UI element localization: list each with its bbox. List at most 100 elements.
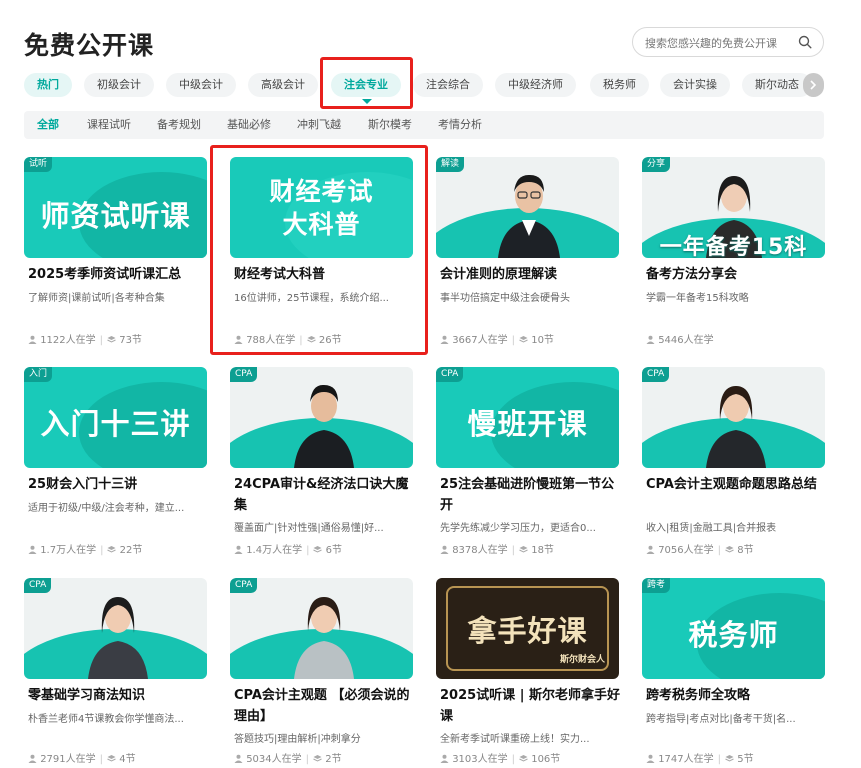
course-title[interactable]: 跨考税务师全攻略	[646, 685, 826, 706]
user-icon	[440, 754, 449, 763]
course-badge: CPA	[642, 367, 670, 382]
subtab-sprint[interactable]: 冲刺飞越	[297, 111, 341, 139]
category-tab-junior-accounting[interactable]: 初级会计	[84, 73, 154, 97]
lesson-count: 6节	[325, 545, 343, 556]
layers-icon	[107, 546, 117, 553]
course-thumbnail[interactable]: CPA	[230, 578, 413, 679]
category-tabs: 热门 初级会计 中级会计 高级会计 注会专业 注会综合 中级经济师 税务师 会计…	[24, 73, 824, 97]
course-title[interactable]: 25注会基础进阶慢班第一节公开	[440, 474, 620, 516]
course-meta: 5446人在学	[646, 331, 714, 346]
course-title[interactable]: 24CPA审计&经济法口诀大魔集	[234, 474, 414, 516]
course-title[interactable]: 25财会入门十三讲	[28, 474, 208, 495]
user-icon	[28, 335, 37, 344]
learner-count: 3103人在学	[452, 754, 508, 765]
layers-icon	[725, 755, 734, 762]
course-thumbnail[interactable]: 入门十三讲 入门	[24, 367, 207, 468]
course-badge: CPA	[436, 367, 464, 382]
thumbnail-text: 一年备考15科	[659, 235, 808, 258]
course-card[interactable]: CPA CPA会计主观题 【必须会说的理由】 答题技巧|理由解析|冲刺拿分 50…	[230, 578, 413, 768]
course-card[interactable]: CPA CPA会计主观题命题思路总结 收入|租赁|金融工具|合并报表 7056人…	[642, 367, 825, 567]
course-thumbnail[interactable]: 师资试听课 试听	[24, 157, 207, 258]
course-badge: 跨考	[642, 578, 671, 593]
subcategory-tabs: 全部 课程试听 备考规划 基础必修 冲刺飞越 斯尔模考 考情分析	[24, 111, 824, 139]
course-card[interactable]: 入门十三讲 入门 25财会入门十三讲 适用于初级/中级/注会考种，建立... 1…	[24, 367, 207, 567]
course-thumbnail[interactable]: CPA	[24, 578, 207, 679]
search-icon[interactable]	[798, 35, 812, 49]
course-title[interactable]: 2025试听课 | 斯尔老师拿手好课	[440, 685, 620, 727]
course-card[interactable]: 解读 会计准则的原理解读 事半功倍搞定中级注会硬骨头 3667人在学 | 10节	[436, 157, 619, 357]
category-tab-tax-agent[interactable]: 税务师	[590, 73, 649, 97]
course-meta: 1.4万人在学 | 6节	[234, 541, 342, 556]
user-icon	[440, 545, 449, 554]
category-tab-hot[interactable]: 热门	[24, 73, 72, 97]
course-title[interactable]: 备考方法分享会	[646, 264, 826, 285]
course-thumbnail[interactable]: 解读	[436, 157, 619, 258]
category-tab-intermediate-accounting[interactable]: 中级会计	[166, 73, 236, 97]
course-thumbnail[interactable]: 税务师 跨考	[642, 578, 825, 679]
course-meta: 1747人在学 | 5节	[646, 750, 754, 765]
user-icon	[646, 335, 655, 344]
course-description: 收入|租赁|金融工具|合并报表	[646, 523, 777, 534]
course-badge: 分享	[642, 157, 671, 172]
course-title[interactable]: CPA会计主观题 【必须会说的理由】	[234, 685, 414, 727]
course-meta: 2791人在学 | 4节	[28, 750, 136, 765]
chevron-right-icon	[810, 80, 817, 90]
learner-count: 7056人在学	[658, 545, 714, 556]
subtab-exam-analysis[interactable]: 考情分析	[438, 111, 482, 139]
lesson-count: 106节	[531, 754, 561, 765]
thumbnail-text: 拿手好课	[467, 614, 588, 648]
subtab-planning[interactable]: 备考规划	[157, 111, 201, 139]
course-meta: 8378人在学 | 18节	[440, 541, 554, 556]
course-thumbnail[interactable]: CPA	[642, 367, 825, 468]
course-thumbnail[interactable]: CPA	[230, 367, 413, 468]
course-description: 学霸一年备考15科攻略	[646, 293, 749, 304]
category-tab-sier-news[interactable]: 斯尔动态	[742, 73, 812, 97]
subtab-all[interactable]: 全部	[37, 111, 59, 139]
learner-count: 3667人在学	[452, 335, 508, 346]
course-badge: 入门	[24, 367, 53, 382]
course-description: 先学先练减少学习压力，更适合0...	[440, 523, 596, 534]
subtab-foundation[interactable]: 基础必修	[227, 111, 271, 139]
course-card[interactable]: 税务师 跨考 跨考税务师全攻略 跨考指导|考点对比|备考干货|名... 1747…	[642, 578, 825, 768]
category-tab-accounting-practice[interactable]: 会计实操	[660, 73, 730, 97]
course-card[interactable]: 拿手好课 斯尔财会人 2025试听课 | 斯尔老师拿手好课 全新考季试听课重磅上…	[436, 578, 620, 768]
course-title[interactable]: 零基础学习商法知识	[28, 685, 208, 706]
course-description: 适用于初级/中级/注会考种，建立...	[28, 503, 185, 514]
learner-count: 1.4万人在学	[246, 545, 303, 556]
learner-count: 8378人在学	[452, 545, 508, 556]
course-description: 覆盖面广|针对性强|通俗易懂|好...	[234, 523, 384, 534]
course-description: 了解师资|课前试听|各考种合集	[28, 293, 165, 304]
layers-icon	[107, 336, 116, 343]
search-box[interactable]	[632, 27, 824, 57]
user-icon	[28, 545, 37, 554]
course-card[interactable]: 师资试听课 试听 2025考季师资试听课汇总 了解师资|课前试听|各考种合集 1…	[24, 157, 207, 357]
course-meta: 3667人在学 | 10节	[440, 331, 554, 346]
course-card[interactable]: 一年备考15科 分享 备考方法分享会 学霸一年备考15科攻略 5446人在学	[642, 157, 825, 357]
course-title[interactable]: 2025考季师资试听课汇总	[28, 264, 208, 285]
subtab-mock-exam[interactable]: 斯尔模考	[368, 111, 412, 139]
teacher-photo	[88, 597, 148, 679]
course-thumbnail[interactable]: 拿手好课 斯尔财会人	[436, 578, 619, 679]
course-title[interactable]: 会计准则的原理解读	[440, 264, 620, 285]
learner-count: 5446人在学	[658, 335, 714, 346]
search-input[interactable]	[645, 34, 793, 52]
scroll-right-button[interactable]	[803, 73, 824, 97]
subtab-trial[interactable]: 课程试听	[87, 111, 131, 139]
teacher-photo	[294, 597, 354, 679]
course-thumbnail[interactable]: 一年备考15科 分享	[642, 157, 825, 258]
course-badge: 解读	[436, 157, 465, 172]
category-tab-intermediate-economist[interactable]: 中级经济师	[495, 73, 576, 97]
course-thumbnail[interactable]: 慢班开课 CPA	[436, 367, 619, 468]
teacher-photo	[294, 384, 354, 468]
course-card[interactable]: CPA 零基础学习商法知识 朴香兰老师4节课教会你学懂商法... 2791人在学…	[24, 578, 207, 768]
course-card[interactable]: 慢班开课 CPA 25注会基础进阶慢班第一节公开 先学先练减少学习压力，更适合0…	[436, 367, 619, 567]
course-title[interactable]: CPA会计主观题命题思路总结	[646, 474, 826, 495]
category-tab-senior-accounting[interactable]: 高级会计	[248, 73, 318, 97]
teacher-photo	[706, 386, 766, 468]
layers-icon	[313, 755, 322, 762]
category-tab-cpa-comprehensive[interactable]: 注会综合	[413, 73, 483, 97]
course-description: 朴香兰老师4节课教会你学懂商法...	[28, 714, 184, 725]
course-meta: 1122人在学 | 73节	[28, 331, 142, 346]
course-card[interactable]: CPA 24CPA审计&经济法口诀大魔集 覆盖面广|针对性强|通俗易懂|好...…	[230, 367, 413, 567]
page-title: 免费公开课	[24, 31, 155, 60]
